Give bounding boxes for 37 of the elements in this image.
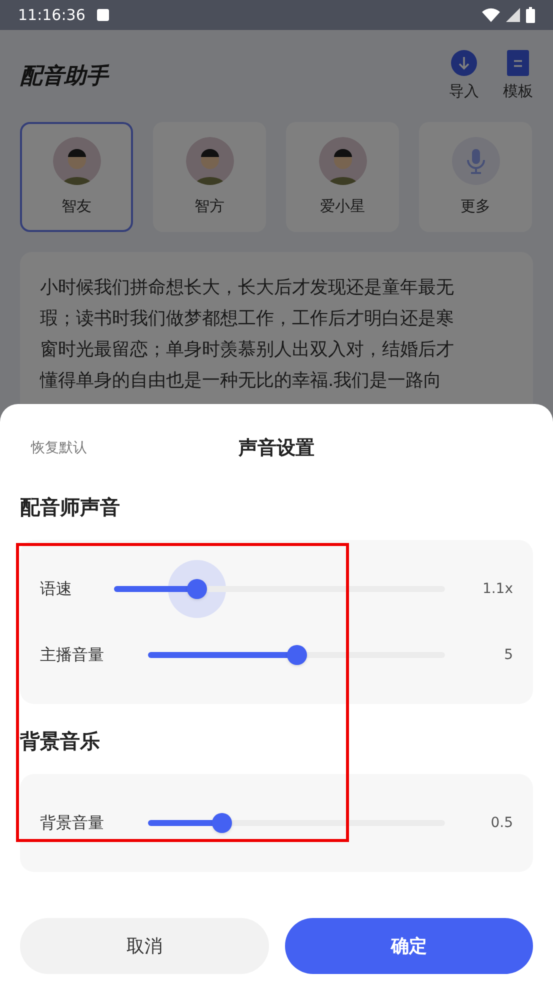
status-time: 11:16:36 <box>18 4 86 26</box>
voice-card[interactable]: 智友 <box>20 122 133 232</box>
signal-icon <box>506 8 520 22</box>
battery-icon <box>526 7 535 23</box>
section-title: 配音师声音 <box>20 494 121 521</box>
slider-thumb[interactable] <box>286 645 306 665</box>
slider-label: 主播音量 <box>40 644 105 666</box>
reset-button[interactable]: 恢复默认 <box>31 438 87 458</box>
wifi-icon <box>482 8 500 22</box>
slider-value: 0.5 <box>490 814 513 832</box>
avatar <box>52 136 100 185</box>
slider-thumb[interactable] <box>186 579 207 599</box>
script-line: 瑕；读书时我们做梦都想工作，工作后才明白还是寒 <box>40 307 455 331</box>
slider-thumb[interactable] <box>212 813 232 833</box>
avatar <box>186 136 234 185</box>
microphone-icon <box>452 136 500 185</box>
download-icon <box>451 50 477 76</box>
slider-label: 背景音量 <box>40 812 105 834</box>
voice-card[interactable]: 更多 <box>419 122 532 232</box>
avatar <box>318 136 366 185</box>
voice-card[interactable]: 爱小星 <box>286 122 399 232</box>
voice-card[interactable]: 智方 <box>153 122 266 232</box>
document-icon <box>507 50 529 76</box>
cancel-button[interactable]: 取消 <box>20 918 268 974</box>
script-line: 窗时光最留恋；单身时羡慕别人出双入对，结婚后才 <box>40 338 455 362</box>
section-title: 背景音乐 <box>20 728 101 755</box>
app-title: 配音助手 <box>20 62 108 90</box>
toolbar-button[interactable]: 模板 <box>503 50 533 102</box>
script-line: 懂得单身的自由也是一种无比的幸福.我们是一路向 <box>40 369 443 393</box>
notification-icon <box>97 9 110 21</box>
slider-label: 语速 <box>40 578 73 600</box>
toolbar-button[interactable]: 导入 <box>449 50 479 102</box>
slider-value: 5 <box>503 646 513 664</box>
sheet-title: 声音设置 <box>238 436 314 461</box>
confirm-button[interactable]: 确定 <box>284 918 533 974</box>
slider-value: 1.1x <box>481 580 513 598</box>
script-line: 小时候我们拼命想长大，长大后才发现还是童年最无 <box>40 276 455 300</box>
